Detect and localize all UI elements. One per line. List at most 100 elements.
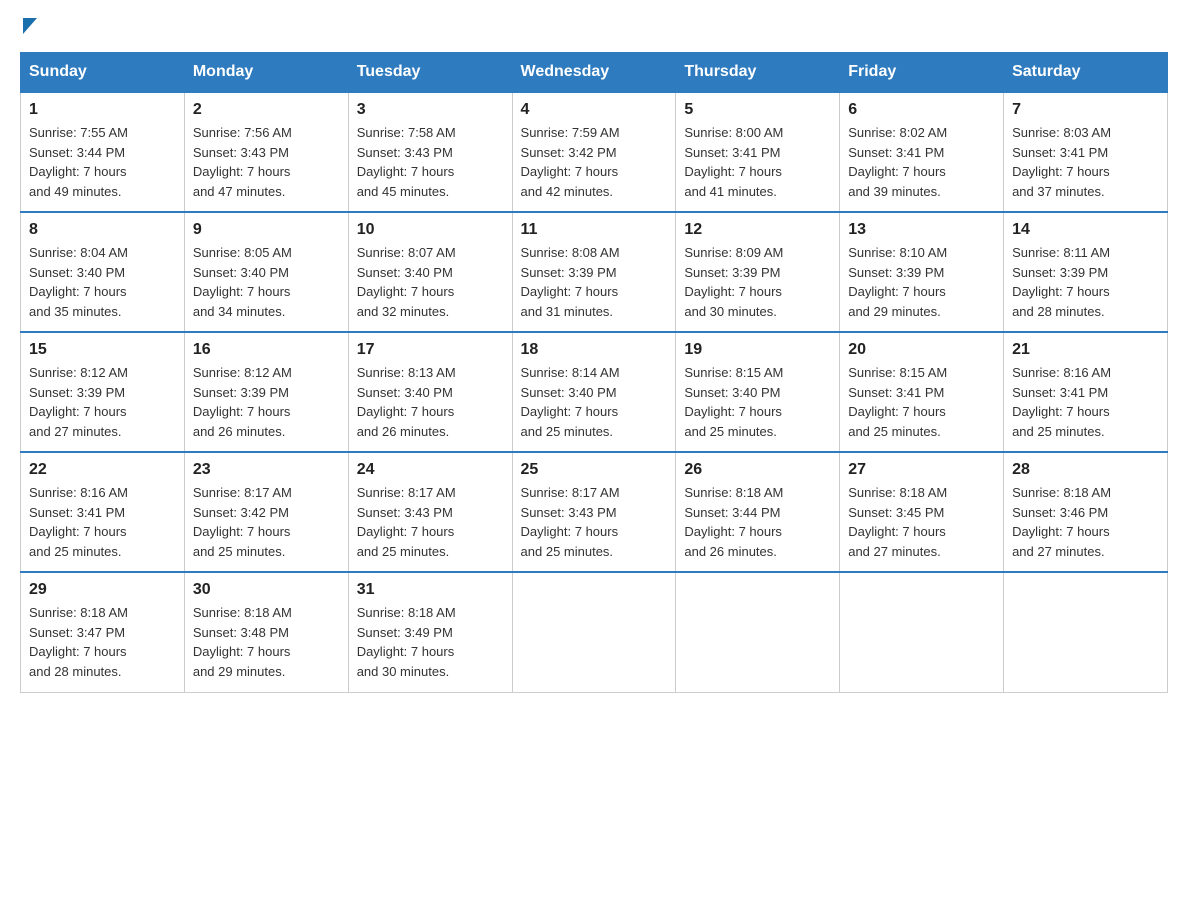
day-info: Sunrise: 8:13 AMSunset: 3:40 PMDaylight:… [357,363,504,441]
day-cell: 29 Sunrise: 8:18 AMSunset: 3:47 PMDaylig… [21,572,185,692]
col-header-thursday: Thursday [676,53,840,93]
col-header-friday: Friday [840,53,1004,93]
day-info: Sunrise: 8:00 AMSunset: 3:41 PMDaylight:… [684,123,831,201]
day-cell: 7 Sunrise: 8:03 AMSunset: 3:41 PMDayligh… [1004,92,1168,212]
day-number: 2 [193,101,340,119]
day-cell [1004,572,1168,692]
day-number: 17 [357,341,504,359]
day-number: 22 [29,461,176,479]
day-number: 18 [521,341,668,359]
day-number: 25 [521,461,668,479]
day-info: Sunrise: 8:11 AMSunset: 3:39 PMDaylight:… [1012,243,1159,321]
logo-arrow-icon [23,18,37,34]
day-number: 3 [357,101,504,119]
day-cell: 10 Sunrise: 8:07 AMSunset: 3:40 PMDaylig… [348,212,512,332]
day-info: Sunrise: 8:18 AMSunset: 3:44 PMDaylight:… [684,483,831,561]
day-cell [512,572,676,692]
day-cell: 26 Sunrise: 8:18 AMSunset: 3:44 PMDaylig… [676,452,840,572]
day-cell: 18 Sunrise: 8:14 AMSunset: 3:40 PMDaylig… [512,332,676,452]
day-info: Sunrise: 8:07 AMSunset: 3:40 PMDaylight:… [357,243,504,321]
day-number: 6 [848,101,995,119]
day-number: 4 [521,101,668,119]
day-cell [676,572,840,692]
day-cell: 1 Sunrise: 7:55 AMSunset: 3:44 PMDayligh… [21,92,185,212]
day-cell: 17 Sunrise: 8:13 AMSunset: 3:40 PMDaylig… [348,332,512,452]
day-info: Sunrise: 8:14 AMSunset: 3:40 PMDaylight:… [521,363,668,441]
day-number: 23 [193,461,340,479]
day-info: Sunrise: 8:03 AMSunset: 3:41 PMDaylight:… [1012,123,1159,201]
day-number: 20 [848,341,995,359]
day-info: Sunrise: 8:04 AMSunset: 3:40 PMDaylight:… [29,243,176,321]
day-cell: 22 Sunrise: 8:16 AMSunset: 3:41 PMDaylig… [21,452,185,572]
day-number: 5 [684,101,831,119]
day-info: Sunrise: 8:18 AMSunset: 3:45 PMDaylight:… [848,483,995,561]
day-number: 30 [193,581,340,599]
day-number: 31 [357,581,504,599]
calendar-header: SundayMondayTuesdayWednesdayThursdayFrid… [21,53,1168,93]
day-cell: 24 Sunrise: 8:17 AMSunset: 3:43 PMDaylig… [348,452,512,572]
day-info: Sunrise: 8:17 AMSunset: 3:42 PMDaylight:… [193,483,340,561]
day-info: Sunrise: 8:17 AMSunset: 3:43 PMDaylight:… [357,483,504,561]
col-header-monday: Monday [184,53,348,93]
day-info: Sunrise: 8:02 AMSunset: 3:41 PMDaylight:… [848,123,995,201]
week-row-3: 15 Sunrise: 8:12 AMSunset: 3:39 PMDaylig… [21,332,1168,452]
day-info: Sunrise: 8:16 AMSunset: 3:41 PMDaylight:… [1012,363,1159,441]
day-info: Sunrise: 7:55 AMSunset: 3:44 PMDaylight:… [29,123,176,201]
day-info: Sunrise: 8:09 AMSunset: 3:39 PMDaylight:… [684,243,831,321]
col-header-tuesday: Tuesday [348,53,512,93]
day-cell: 20 Sunrise: 8:15 AMSunset: 3:41 PMDaylig… [840,332,1004,452]
day-number: 15 [29,341,176,359]
day-cell: 5 Sunrise: 8:00 AMSunset: 3:41 PMDayligh… [676,92,840,212]
day-cell: 13 Sunrise: 8:10 AMSunset: 3:39 PMDaylig… [840,212,1004,332]
day-info: Sunrise: 8:18 AMSunset: 3:46 PMDaylight:… [1012,483,1159,561]
day-info: Sunrise: 8:05 AMSunset: 3:40 PMDaylight:… [193,243,340,321]
logo [20,20,37,32]
col-header-sunday: Sunday [21,53,185,93]
day-number: 27 [848,461,995,479]
calendar-body: 1 Sunrise: 7:55 AMSunset: 3:44 PMDayligh… [21,92,1168,692]
day-info: Sunrise: 7:56 AMSunset: 3:43 PMDaylight:… [193,123,340,201]
day-cell [840,572,1004,692]
day-cell: 23 Sunrise: 8:17 AMSunset: 3:42 PMDaylig… [184,452,348,572]
day-info: Sunrise: 8:17 AMSunset: 3:43 PMDaylight:… [521,483,668,561]
week-row-1: 1 Sunrise: 7:55 AMSunset: 3:44 PMDayligh… [21,92,1168,212]
logo-row1 [20,20,37,36]
day-number: 29 [29,581,176,599]
day-cell: 8 Sunrise: 8:04 AMSunset: 3:40 PMDayligh… [21,212,185,332]
day-number: 21 [1012,341,1159,359]
week-row-4: 22 Sunrise: 8:16 AMSunset: 3:41 PMDaylig… [21,452,1168,572]
day-info: Sunrise: 8:12 AMSunset: 3:39 PMDaylight:… [29,363,176,441]
day-info: Sunrise: 8:18 AMSunset: 3:49 PMDaylight:… [357,603,504,681]
day-number: 13 [848,221,995,239]
page-header [20,20,1168,32]
day-number: 1 [29,101,176,119]
day-cell: 15 Sunrise: 8:12 AMSunset: 3:39 PMDaylig… [21,332,185,452]
week-row-5: 29 Sunrise: 8:18 AMSunset: 3:47 PMDaylig… [21,572,1168,692]
day-cell: 2 Sunrise: 7:56 AMSunset: 3:43 PMDayligh… [184,92,348,212]
day-cell: 14 Sunrise: 8:11 AMSunset: 3:39 PMDaylig… [1004,212,1168,332]
day-info: Sunrise: 8:15 AMSunset: 3:41 PMDaylight:… [848,363,995,441]
day-number: 8 [29,221,176,239]
day-number: 10 [357,221,504,239]
header-row: SundayMondayTuesdayWednesdayThursdayFrid… [21,53,1168,93]
day-number: 14 [1012,221,1159,239]
day-info: Sunrise: 8:10 AMSunset: 3:39 PMDaylight:… [848,243,995,321]
day-cell: 19 Sunrise: 8:15 AMSunset: 3:40 PMDaylig… [676,332,840,452]
week-row-2: 8 Sunrise: 8:04 AMSunset: 3:40 PMDayligh… [21,212,1168,332]
day-number: 7 [1012,101,1159,119]
day-cell: 11 Sunrise: 8:08 AMSunset: 3:39 PMDaylig… [512,212,676,332]
day-number: 9 [193,221,340,239]
calendar-table: SundayMondayTuesdayWednesdayThursdayFrid… [20,52,1168,693]
day-cell: 21 Sunrise: 8:16 AMSunset: 3:41 PMDaylig… [1004,332,1168,452]
col-header-wednesday: Wednesday [512,53,676,93]
day-cell: 6 Sunrise: 8:02 AMSunset: 3:41 PMDayligh… [840,92,1004,212]
day-number: 24 [357,461,504,479]
day-info: Sunrise: 8:08 AMSunset: 3:39 PMDaylight:… [521,243,668,321]
day-cell: 28 Sunrise: 8:18 AMSunset: 3:46 PMDaylig… [1004,452,1168,572]
day-number: 28 [1012,461,1159,479]
day-info: Sunrise: 7:58 AMSunset: 3:43 PMDaylight:… [357,123,504,201]
day-number: 11 [521,221,668,239]
day-cell: 31 Sunrise: 8:18 AMSunset: 3:49 PMDaylig… [348,572,512,692]
col-header-saturday: Saturday [1004,53,1168,93]
day-cell: 27 Sunrise: 8:18 AMSunset: 3:45 PMDaylig… [840,452,1004,572]
